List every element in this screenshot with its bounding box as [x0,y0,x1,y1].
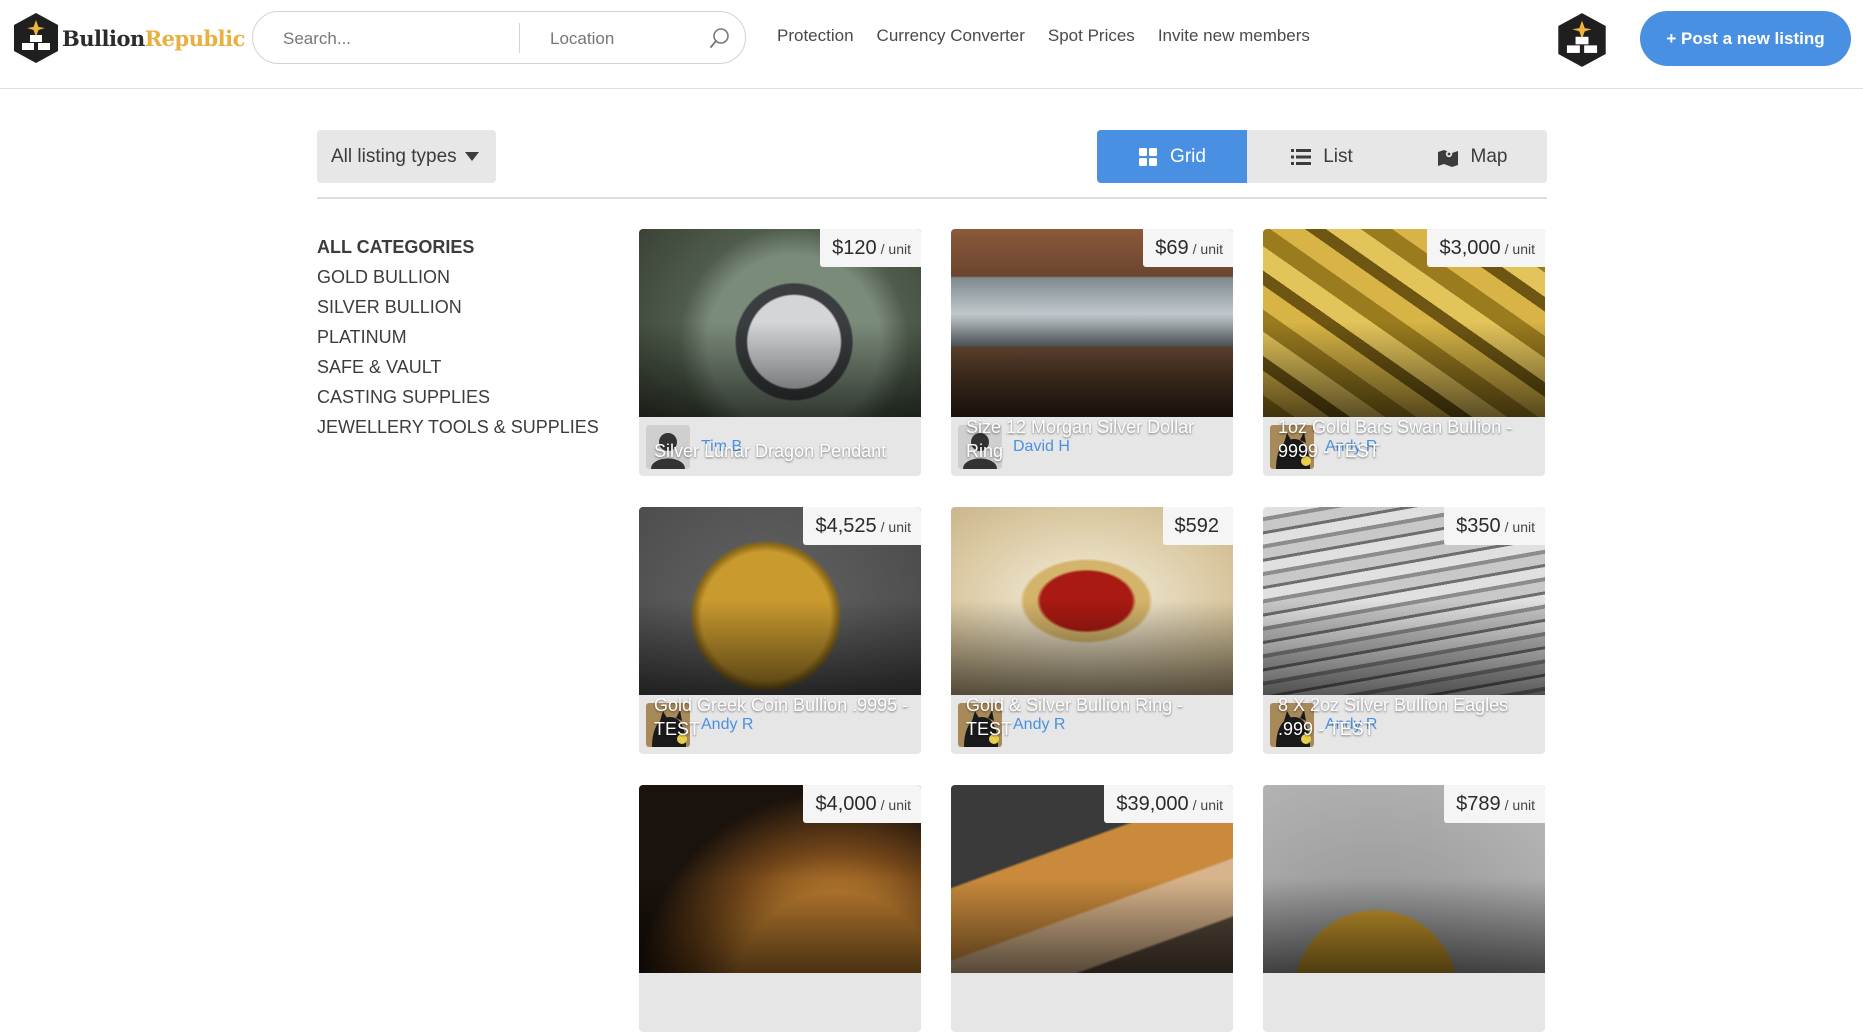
listing-price: $789/ unit [1444,785,1545,823]
category-casting-supplies[interactable]: Casting Supplies [317,382,599,412]
post-listing-button[interactable]: + Post a new listing [1640,11,1851,66]
nav-invite-members-link[interactable]: Invite new members [1158,26,1310,46]
grid-view-button[interactable]: Grid [1097,130,1247,183]
listing-card[interactable]: $39,000/ unit [951,785,1233,1032]
grid-view-label: Grid [1170,145,1206,167]
category-all[interactable]: All categories [317,232,599,262]
brand-name-part2: Republic [144,25,246,51]
listing-card[interactable]: $4,000/ unit [639,785,921,1032]
listing-title: 1oz Gold Bars Swan Bullion - 9999 - TEST [1278,417,1513,461]
category-jewellery-tools[interactable]: Jewellery Tools & Supplies [317,412,599,442]
listing-price: $4,525/ unit [803,507,921,545]
search-bar [252,11,746,65]
listing-title: 8 X 2oz Silver Bullion Eagles .999 - TES… [1278,695,1509,739]
logo-icon [14,13,58,63]
listing-type-label: All listing types [331,145,457,167]
site-header: BullionRepublic Protection Currency Conv… [0,0,1863,89]
map-view-button[interactable]: Map [1397,130,1547,183]
listing-price: $39,000/ unit [1104,785,1233,823]
listing-price: $4,000/ unit [803,785,921,823]
search-icon[interactable] [708,26,732,50]
listing-title: Gold Greek Coin Bullion .9995 - TEST [654,695,909,739]
listing-card[interactable]: $350/ unit 8 X 2oz Silver Bullion Eagles… [1263,507,1545,754]
search-input[interactable] [281,12,515,65]
caret-down-icon [464,152,479,161]
category-platinum[interactable]: Platinum [317,322,599,352]
view-toggle: Grid List Map [1097,130,1547,183]
brand-name-part1: Bullion [62,25,145,51]
list-icon [1291,148,1312,165]
category-gold-bullion[interactable]: Gold Bullion [317,262,599,292]
listing-card[interactable]: $789/ unit [1263,785,1545,1032]
nav-spot-prices-link[interactable]: Spot Prices [1048,26,1135,46]
brand-logo[interactable]: BullionRepublic [12,12,245,64]
list-view-label: List [1323,145,1353,167]
location-input[interactable] [548,12,702,65]
listing-card[interactable]: $3,000/ unit 1oz Gold Bars Swan Bullion … [1263,229,1545,476]
listing-card[interactable]: $592 Gold & Silver Bullion Ring - TEST A… [951,507,1233,754]
top-nav: Protection Currency Converter Spot Price… [777,26,1333,46]
listing-card[interactable]: $120/ unit Silver Lunar Dragon Pendant T… [639,229,921,476]
list-view-button[interactable]: List [1247,130,1397,183]
grid-icon [1139,147,1158,166]
listing-price: $3,000/ unit [1427,229,1545,267]
listing-card[interactable]: $4,525/ unit Gold Greek Coin Bullion .99… [639,507,921,754]
nav-currency-converter-link[interactable]: Currency Converter [877,26,1025,46]
listing-price: $69/ unit [1143,229,1233,267]
nav-protection-link[interactable]: Protection [777,26,854,46]
listing-price: $120/ unit [820,229,921,267]
category-sidebar: All categories Gold Bullion Silver Bulli… [317,232,599,442]
listing-card[interactable]: $69/ unit Size 12 Morgan Silver Dollar R… [951,229,1233,476]
listing-title: Silver Lunar Dragon Pendant [654,441,887,461]
category-silver-bullion[interactable]: Silver Bullion [317,292,599,322]
user-avatar[interactable] [1556,12,1608,68]
listing-title: Gold & Silver Bullion Ring - TEST [966,695,1184,739]
listing-price: $350/ unit [1444,507,1545,545]
category-safe-vault[interactable]: Safe & Vault [317,352,599,382]
map-icon [1437,149,1458,167]
filter-divider [317,197,1547,199]
listing-type-dropdown[interactable]: All listing types [317,130,496,183]
search-divider [519,23,520,53]
listing-price: $592 [1162,507,1233,545]
map-view-label: Map [1470,145,1508,167]
listing-title: Size 12 Morgan Silver Dollar Ring [966,417,1195,461]
